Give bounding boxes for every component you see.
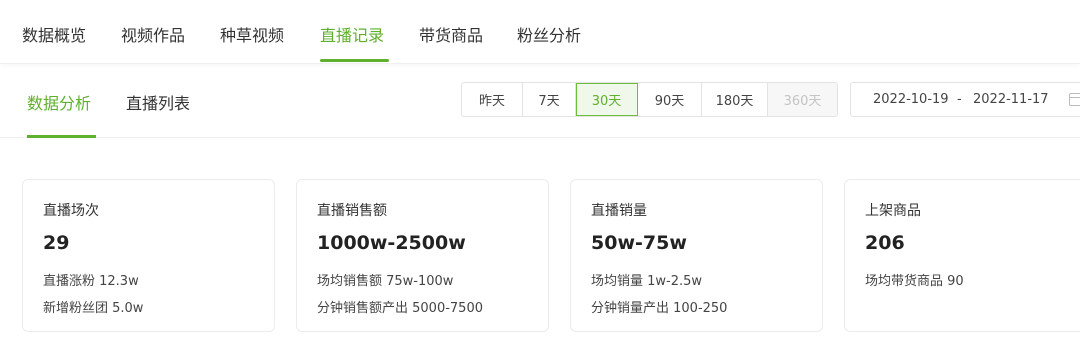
card-label: 直播销售额 [317, 203, 387, 219]
date-separator: - [957, 92, 962, 107]
top-nav: 数据概览 视频作品 种草视频 直播记录 带货商品 粉丝分析 [0, 0, 1080, 64]
tab-products[interactable]: 带货商品 [419, 22, 483, 46]
card-value: 206 [865, 232, 905, 254]
time-range-selector: 昨天 7天 30天 90天 180天 360天 [461, 82, 838, 117]
date-start: 2022-10-19 [873, 92, 949, 107]
range-7d-button[interactable]: 7天 [523, 83, 576, 116]
card-sub-metric: 场均销售额 75w-100w [317, 274, 454, 289]
active-subtab-indicator [27, 135, 96, 138]
stat-card-listed-products: 上架商品 206 场均带货商品 90 [844, 179, 1080, 332]
range-180d-button[interactable]: 180天 [702, 83, 768, 116]
calendar-icon[interactable] [1069, 93, 1080, 106]
tab-live-records[interactable]: 直播记录 [320, 22, 384, 46]
stat-card-live-sales-amount: 直播销售额 1000w-2500w 场均销售额 75w-100w 分钟销售额产出… [296, 179, 549, 332]
card-label: 直播场次 [43, 203, 99, 219]
subtab-live-list[interactable]: 直播列表 [126, 90, 190, 114]
range-30d-button[interactable]: 30天 [576, 83, 638, 116]
stat-card-live-sessions: 直播场次 29 直播涨粉 12.3w 新增粉丝团 5.0w [22, 179, 275, 332]
card-label: 直播销量 [591, 203, 647, 219]
tab-seeding-videos[interactable]: 种草视频 [220, 22, 284, 46]
card-sub-metric: 分钟销售额产出 5000-7500 [317, 301, 483, 316]
card-sub-metric: 直播涨粉 12.3w [43, 274, 139, 289]
range-yesterday-button[interactable]: 昨天 [462, 83, 523, 116]
card-value: 29 [43, 232, 70, 254]
tab-fan-analysis[interactable]: 粉丝分析 [517, 22, 581, 46]
range-90d-button[interactable]: 90天 [638, 83, 702, 116]
tab-overview[interactable]: 数据概览 [22, 22, 86, 46]
card-sub-metric: 场均带货商品 90 [865, 274, 964, 289]
card-label: 上架商品 [865, 203, 921, 219]
card-sub-metric: 分钟销量产出 100-250 [591, 301, 728, 316]
card-sub-metric: 场均销量 1w-2.5w [591, 274, 703, 289]
card-value: 1000w-2500w [317, 232, 466, 254]
range-360d-button: 360天 [768, 83, 837, 116]
date-end: 2022-11-17 [973, 92, 1049, 107]
date-range-picker[interactable]: 2022-10-19 - 2022-11-17 [850, 82, 1080, 117]
stat-card-live-sales-volume: 直播销量 50w-75w 场均销量 1w-2.5w 分钟销量产出 100-250 [570, 179, 823, 332]
card-sub-metric: 新增粉丝团 5.0w [43, 301, 144, 316]
tab-videos[interactable]: 视频作品 [121, 22, 185, 46]
subtab-data-analysis[interactable]: 数据分析 [27, 90, 91, 114]
active-tab-indicator [320, 59, 389, 62]
card-value: 50w-75w [591, 232, 687, 254]
